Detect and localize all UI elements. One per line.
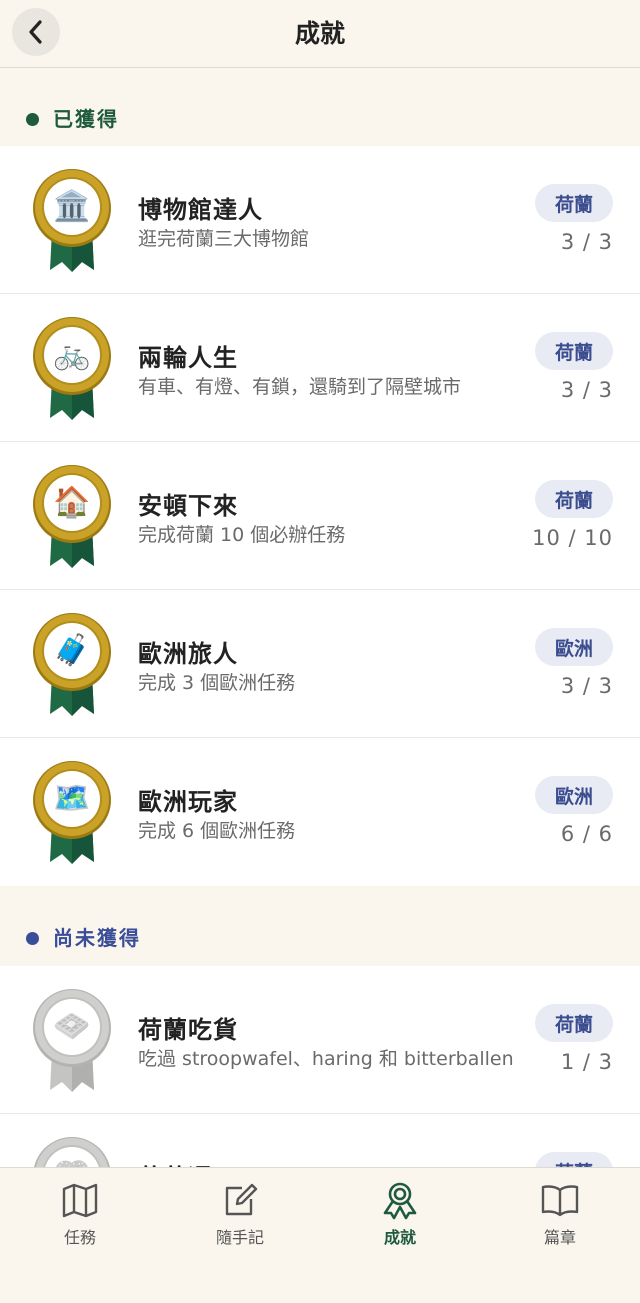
suitcase-icon: 🧳 [53,633,91,668]
achievement-title: 歐洲旅人 [138,640,238,668]
unearned-dot [26,932,39,945]
tab-chapters[interactable]: 篇章 [480,1168,640,1303]
tab-tasks-label: 任務 [63,1228,96,1247]
achievement-description: 逛完荷蘭三大博物館 [138,228,310,250]
achievement-title: 歐洲玩家 [138,788,238,816]
gold-medal: 🏛️ [26,168,118,276]
tab-tasks[interactable]: 任務 [0,1168,160,1303]
region-tag: 荷蘭 [535,1004,613,1042]
earned-dot [26,113,39,126]
unearned-achievement-card[interactable]: 🥨 荷蘭通 荷蘭 [0,1114,640,1167]
achievement-title: 荷蘭通 [138,1158,213,1167]
tab-notes[interactable]: 隨手記 [160,1168,320,1303]
earned-list: 🏛️ 博物館達人 逛完荷蘭三大博物館 荷蘭 3 / 3 🚲 兩輪人生 有車、有燈、有鎖，還騎到… [0,146,640,886]
tab-achievements[interactable]: 成就 [320,1168,480,1303]
achievement-progress: 3 / 3 [560,230,613,254]
region-tag: 荷蘭 [535,184,613,222]
achievement-progress: 3 / 3 [560,674,613,698]
earned-achievement-card[interactable]: 🏠 安頓下來完成荷蘭 10 個必辦任務 荷蘭 10 / 10 [0,442,640,590]
achievement-description: 吃過 stroopwafel、haring 和 bitterballen [138,1048,514,1070]
tab-chapters-label: 篇章 [543,1228,576,1247]
unearned-section-header: 尚未獲得 [0,886,640,966]
region-tag: 荷蘭 [535,1152,613,1167]
waffle-icon: 🧇 [53,1009,91,1044]
earned-section-header: 已獲得 [0,69,640,146]
ribbon-icon [383,1182,417,1220]
achievement-list[interactable]: 已獲得 🏛️ 博物館達人 逛完荷蘭三大博物館 荷蘭 3 / 3 🚲 兩輪人生 有車、有燈、有鎖… [0,69,640,1167]
gold-medal: 🧳 [26,612,118,720]
tab-achievements-label: 成就 [383,1228,416,1247]
gold-medal: 🏠 [26,464,118,572]
achievement-progress: 3 / 3 [560,378,613,402]
tab-notes-label: 隨手記 [215,1228,264,1247]
earned-achievement-card[interactable]: 🗺️ 歐洲玩家完成 6 個歐洲任務 歐洲 6 / 6 [0,738,640,886]
earned-achievement-card[interactable]: 🏛️ 博物館達人逛完荷蘭三大博物館 荷蘭 3 / 3 [0,146,640,294]
gold-medal: 🚲 [26,316,118,424]
earned-achievement-card[interactable]: 🚲 兩輪人生有車、有燈、有鎖，還騎到了隔壁城市 荷蘭 3 / 3 [0,294,640,442]
unearned-section-title: 尚未獲得 [53,926,141,950]
region-tag: 歐洲 [535,628,613,666]
achievement-progress: 1 / 3 [560,1050,613,1074]
header: 成就 [0,0,640,68]
achievement-title: 博物館達人 [138,196,263,224]
achievement-title: 安頓下來 [138,492,238,520]
region-tag: 荷蘭 [535,480,613,518]
bottom-tab-bar: 任務 隨手記 成就 篇章 [0,1167,640,1303]
bicycle-icon: 🚲 [53,337,91,372]
achievement-progress: 10 / 10 [532,526,613,550]
earned-achievement-card[interactable]: 🧳 歐洲旅人完成 3 個歐洲任務 歐洲 3 / 3 [0,590,640,738]
region-tag: 歐洲 [535,776,613,814]
achievement-title: 荷蘭吃貨 [138,1016,238,1044]
gold-medal: 🗺️ [26,760,118,868]
book-icon [541,1185,579,1217]
house-icon: 🏠 [53,485,91,520]
achievement-description: 完成荷蘭 10 個必辦任務 [138,524,346,546]
map-outline-icon [62,1183,98,1218]
achievement-description: 有車、有燈、有鎖，還騎到了隔壁城市 [138,376,462,398]
achievement-description: 完成 6 個歐洲任務 [138,820,296,842]
edit-icon [225,1183,258,1216]
earned-section-title: 已獲得 [53,107,119,131]
silver-medal: 🥨 [26,1136,118,1167]
map-icon: 🗺️ [53,781,91,816]
achievement-description: 完成 3 個歐洲任務 [138,672,296,694]
museum-icon: 🏛️ [53,189,91,224]
unearned-list: 🧇 荷蘭吃貨吃過 stroopwafel、haring 和 bitterballe… [0,966,640,1167]
page-title: 成就 [294,19,345,48]
region-tag: 荷蘭 [535,332,613,370]
achievement-title: 兩輪人生 [138,344,238,372]
achievement-progress: 6 / 6 [560,822,613,846]
unearned-achievement-card[interactable]: 🧇 荷蘭吃貨吃過 stroopwafel、haring 和 bitterballe… [0,966,640,1114]
silver-medal: 🧇 [26,988,118,1096]
pretzel-icon: 🥨 [50,1153,94,1168]
